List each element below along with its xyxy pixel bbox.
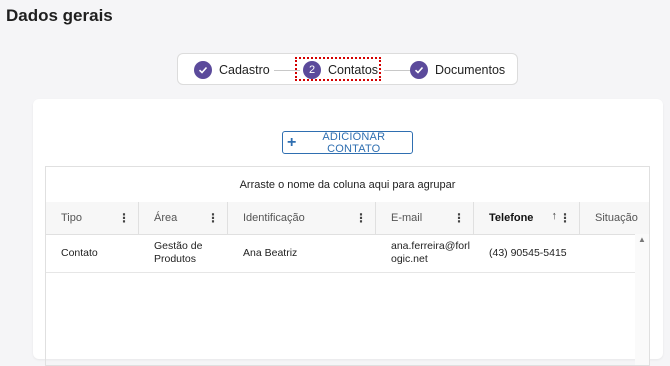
stepper: Cadastro 2 Contatos Documentos: [177, 53, 518, 85]
column-header-telefone[interactable]: Telefone ↑ ⋮: [474, 202, 580, 234]
scroll-up-arrow-icon[interactable]: ▲: [638, 235, 646, 244]
sort-ascending-icon: ↑: [551, 210, 558, 222]
column-header-label: Telefone: [489, 212, 534, 224]
column-header-label: E-mail: [391, 212, 423, 224]
grid-header-row: Tipo ⋮ Área ⋮ Identificação ⋮ E-mail ⋮ T…: [46, 202, 649, 235]
column-header-email[interactable]: E-mail ⋮: [376, 202, 474, 234]
column-header-tipo[interactable]: Tipo ⋮: [46, 202, 139, 234]
column-menu-icon[interactable]: ⋮: [207, 211, 219, 225]
column-header-area[interactable]: Área ⋮: [139, 202, 228, 234]
step-number-badge: 2: [303, 61, 321, 79]
column-header-situacao[interactable]: Situação: [580, 202, 649, 234]
column-header-label: Situação: [595, 212, 638, 224]
column-menu-icon[interactable]: ⋮: [453, 211, 465, 225]
cell-telefone: (43) 90545-5415: [489, 246, 567, 259]
step-documentos[interactable]: Documentos: [410, 60, 505, 80]
plus-icon: +: [287, 133, 297, 151]
add-contact-button[interactable]: + ADICIONAR CONTATO: [282, 130, 413, 155]
vertical-scrollbar[interactable]: ▲: [635, 234, 649, 365]
column-menu-icon[interactable]: ⋮: [355, 211, 367, 225]
column-menu-icon[interactable]: ⋮: [118, 211, 130, 225]
check-icon: [194, 61, 212, 79]
table-row[interactable]: Contato Gestão de Produtos Ana Beatriz a…: [46, 234, 636, 273]
cell-area: Gestão de Produtos: [154, 240, 203, 265]
step-label-cadastro: Cadastro: [219, 63, 270, 77]
column-header-label: Identificação: [243, 212, 305, 224]
cell-identificacao: Ana Beatriz: [243, 246, 298, 259]
step-label-documentos: Documentos: [435, 63, 506, 77]
group-panel[interactable]: Arraste o nome da coluna aqui para agrup…: [46, 167, 649, 203]
cell-email: ana.ferreira@forlogic.net: [391, 240, 470, 265]
cell-tipo: Contato: [61, 246, 98, 259]
column-header-identificacao[interactable]: Identificação ⋮: [228, 202, 376, 234]
column-header-label: Tipo: [61, 212, 82, 224]
column-header-label: Área: [154, 212, 178, 224]
page-title: Dados gerais: [6, 6, 113, 25]
add-contact-label: ADICIONAR CONTATO: [322, 130, 386, 155]
contacts-grid: Arraste o nome da coluna aqui para agrup…: [45, 166, 650, 366]
cell-situacao: [580, 234, 636, 272]
step-cadastro[interactable]: Cadastro: [194, 60, 270, 80]
step-contatos[interactable]: 2 Contatos: [303, 60, 378, 80]
group-panel-text: Arraste o nome da coluna aqui para agrup…: [239, 178, 456, 191]
step-connector: [384, 70, 410, 71]
contacts-card: + ADICIONAR CONTATO Arraste o nome da co…: [33, 99, 663, 366]
check-icon: [410, 61, 428, 79]
step-label-contatos: Contatos: [328, 63, 379, 77]
column-menu-icon[interactable]: ⋮: [559, 211, 571, 225]
